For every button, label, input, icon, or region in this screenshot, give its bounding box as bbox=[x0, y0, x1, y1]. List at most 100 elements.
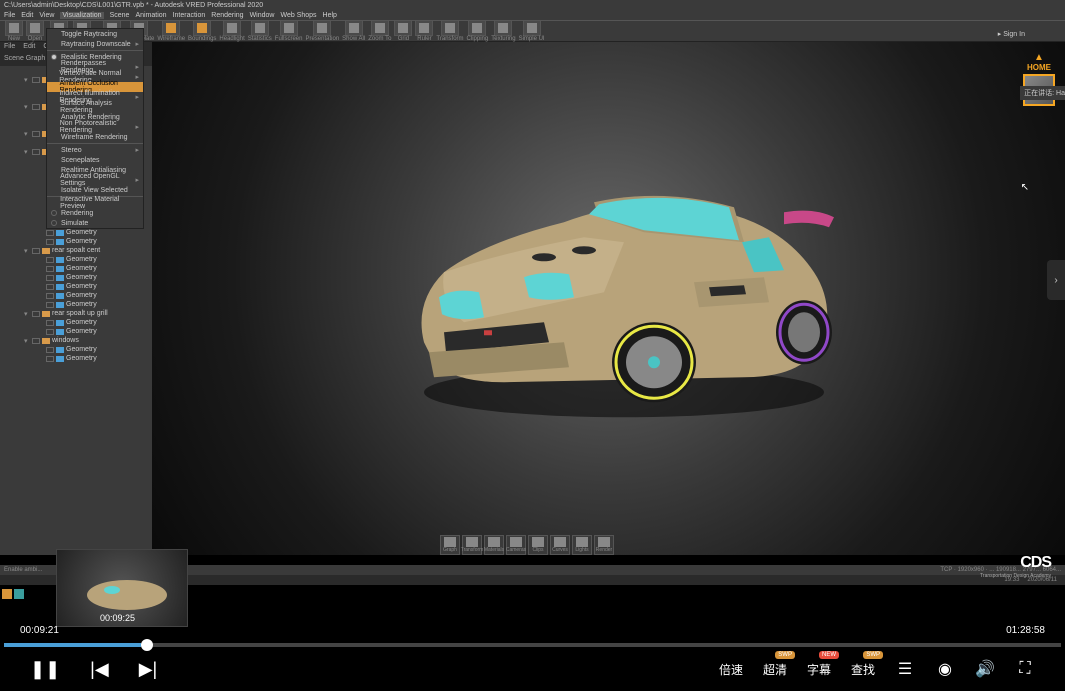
bottom-tool-curves[interactable]: Curves bbox=[550, 535, 570, 555]
cds-logo: CDS bbox=[1020, 554, 1051, 572]
menu-window[interactable]: Window bbox=[250, 12, 275, 19]
search-button[interactable]: 查找SWP bbox=[851, 661, 875, 678]
progress-bar[interactable] bbox=[4, 643, 1061, 647]
tree-item[interactable]: Geometry bbox=[0, 264, 152, 273]
tool-headlight[interactable]: Headlight bbox=[219, 20, 244, 42]
main-toolbar: New Open Example Save Isolate Sceneplate… bbox=[0, 20, 1065, 42]
tool-boundings[interactable]: Boundings bbox=[188, 20, 216, 42]
tool-fullscreen[interactable]: Fullscreen bbox=[275, 20, 303, 42]
list-icon[interactable]: ☰ bbox=[895, 659, 915, 679]
menu-webshops[interactable]: Web Shops bbox=[280, 12, 316, 19]
tool-zoomto[interactable]: Zoom To bbox=[368, 20, 391, 42]
tool-statistics[interactable]: Statistics bbox=[248, 20, 272, 42]
visualization-menu: Toggle RaytracingRaytracing Downscale▸ Re… bbox=[46, 28, 144, 229]
bottom-toolbar: GraphTransformMaterialsCamerasClipsCurve… bbox=[440, 535, 614, 555]
menu-view[interactable]: View bbox=[39, 12, 54, 19]
cds-subtitle: Transportation Design Academy bbox=[980, 573, 1051, 579]
menu-file[interactable]: File bbox=[4, 12, 15, 19]
dropdown-item[interactable]: Sceneplates bbox=[47, 155, 143, 165]
tree-item[interactable]: ▾windows bbox=[0, 336, 152, 345]
tool-wireframe[interactable]: Wireframe bbox=[157, 20, 185, 42]
tree-item[interactable]: ▾rear spoalt cent bbox=[0, 246, 152, 255]
menu-rendering[interactable]: Rendering bbox=[211, 12, 243, 19]
bottom-tool-render[interactable]: Render bbox=[594, 535, 614, 555]
tree-item[interactable]: Geometry bbox=[0, 255, 152, 264]
menu-edit[interactable]: Edit bbox=[21, 12, 33, 19]
video-controls: 00:09:21 01:28:58 ❚❚ |◀ ▶| 倍速 超清SWP 字幕NE… bbox=[0, 627, 1065, 687]
tool-texturing[interactable]: Texturing bbox=[491, 20, 515, 42]
tool-showall[interactable]: Show All bbox=[342, 20, 365, 42]
user-icon[interactable] bbox=[2, 589, 12, 599]
pause-button[interactable]: ❚❚ bbox=[30, 659, 60, 680]
bottom-tool-graph[interactable]: Graph bbox=[440, 535, 460, 555]
tool-open[interactable]: Open bbox=[26, 20, 44, 42]
window-title: C:\Users\admin\Desktop\CDS\L001\GTR.vpb … bbox=[4, 2, 263, 9]
total-time: 01:28:58 bbox=[1006, 625, 1045, 636]
dropdown-item[interactable]: Rendering bbox=[47, 208, 143, 218]
tree-item[interactable]: Geometry bbox=[0, 237, 152, 246]
tool-ruler[interactable]: Ruler bbox=[415, 20, 433, 42]
volume-icon[interactable]: 🔊 bbox=[975, 659, 995, 679]
bottom-tool-materials[interactable]: Materials bbox=[484, 535, 504, 555]
home-label: HOME bbox=[1023, 63, 1055, 72]
dropdown-item[interactable]: Toggle Raytracing bbox=[47, 29, 143, 39]
tool-simpleui[interactable]: Simple UI bbox=[519, 20, 545, 42]
tool-grid[interactable]: Grid bbox=[394, 20, 412, 42]
menu-scene[interactable]: Scene bbox=[110, 12, 130, 19]
speaking-overlay: 正在讲话: Ha bbox=[1020, 86, 1065, 100]
right-panel-toggle[interactable]: › bbox=[1047, 260, 1065, 300]
dropdown-item[interactable]: Non Photorealistic Rendering▸ bbox=[47, 122, 143, 132]
next-button[interactable]: ▶| bbox=[139, 659, 158, 680]
dropdown-item[interactable]: Advanced OpenGL Settings▸ bbox=[47, 175, 143, 185]
dropdown-item[interactable]: Surface Analysis Rendering bbox=[47, 102, 143, 112]
dropdown-item[interactable]: Raytracing Downscale▸ bbox=[47, 39, 143, 49]
car-model[interactable] bbox=[364, 142, 854, 427]
menu-animation[interactable]: Animation bbox=[135, 12, 166, 19]
tool-clipping[interactable]: Clipping bbox=[467, 20, 489, 42]
dropdown-item[interactable]: Simulate bbox=[47, 218, 143, 228]
dropdown-item[interactable]: Interactive Material Preview bbox=[47, 198, 143, 208]
tree-item[interactable]: Geometry bbox=[0, 318, 152, 327]
current-time: 00:09:21 bbox=[20, 625, 59, 636]
tool-presentation[interactable]: Presentation bbox=[305, 20, 339, 42]
dropdown-item[interactable]: Stereo▸ bbox=[47, 145, 143, 155]
preview-timestamp: 00:09:25 bbox=[100, 613, 135, 623]
signin-button[interactable]: ▸ Sign In bbox=[998, 30, 1025, 38]
tree-item[interactable]: Geometry bbox=[0, 345, 152, 354]
bottom-tool-clips[interactable]: Clips bbox=[528, 535, 548, 555]
tool-transform[interactable]: Transform bbox=[436, 20, 463, 42]
subtitle-button[interactable]: 字幕NEW bbox=[807, 661, 831, 678]
quality-button[interactable]: 超清SWP bbox=[763, 661, 787, 678]
prev-button[interactable]: |◀ bbox=[90, 659, 109, 680]
tree-item[interactable]: Geometry bbox=[0, 282, 152, 291]
menu-help[interactable]: Help bbox=[323, 12, 337, 19]
fullscreen-icon[interactable]: ⛶ bbox=[1015, 659, 1035, 679]
bottom-tool-transform[interactable]: Transform bbox=[462, 535, 482, 555]
eye-icon[interactable]: ◉ bbox=[935, 659, 955, 679]
tree-item[interactable]: Geometry bbox=[0, 354, 152, 363]
panel-tab-edit[interactable]: Edit bbox=[19, 42, 39, 54]
status-left: Enable ambi... bbox=[4, 567, 42, 573]
bottom-left-icons bbox=[2, 589, 24, 599]
menu-visualization[interactable]: Visualization bbox=[60, 12, 103, 19]
menu-interaction[interactable]: Interaction bbox=[173, 12, 206, 19]
bottom-tool-cameras[interactable]: Cameras bbox=[506, 535, 526, 555]
tree-item[interactable]: Geometry bbox=[0, 300, 152, 309]
panel-tab-file[interactable]: File bbox=[0, 42, 19, 54]
cursor-icon: ↖ bbox=[1021, 182, 1029, 193]
tool-new[interactable]: New bbox=[5, 20, 23, 42]
tree-item[interactable]: Geometry bbox=[0, 327, 152, 336]
progress-fill bbox=[4, 643, 141, 647]
dropdown-item[interactable]: Wireframe Rendering bbox=[47, 132, 143, 142]
title-bar: C:\Users\admin\Desktop\CDS\L001\GTR.vpb … bbox=[0, 0, 1065, 10]
status-icon[interactable] bbox=[14, 589, 24, 599]
speed-button[interactable]: 倍速 bbox=[719, 661, 743, 678]
dropdown-item[interactable]: Isolate View Selected bbox=[47, 185, 143, 195]
tree-item[interactable]: Geometry bbox=[0, 291, 152, 300]
chevron-right-icon: › bbox=[1054, 275, 1057, 286]
bottom-tool-lights[interactable]: Lights bbox=[572, 535, 592, 555]
tree-item[interactable]: Geometry bbox=[0, 228, 152, 237]
tree-item[interactable]: ▾rear spoalt up grill bbox=[0, 309, 152, 318]
tree-item[interactable]: Geometry bbox=[0, 273, 152, 282]
3d-viewport[interactable]: ▲ HOME 正在讲话: Ha ↖ bbox=[152, 42, 1065, 555]
